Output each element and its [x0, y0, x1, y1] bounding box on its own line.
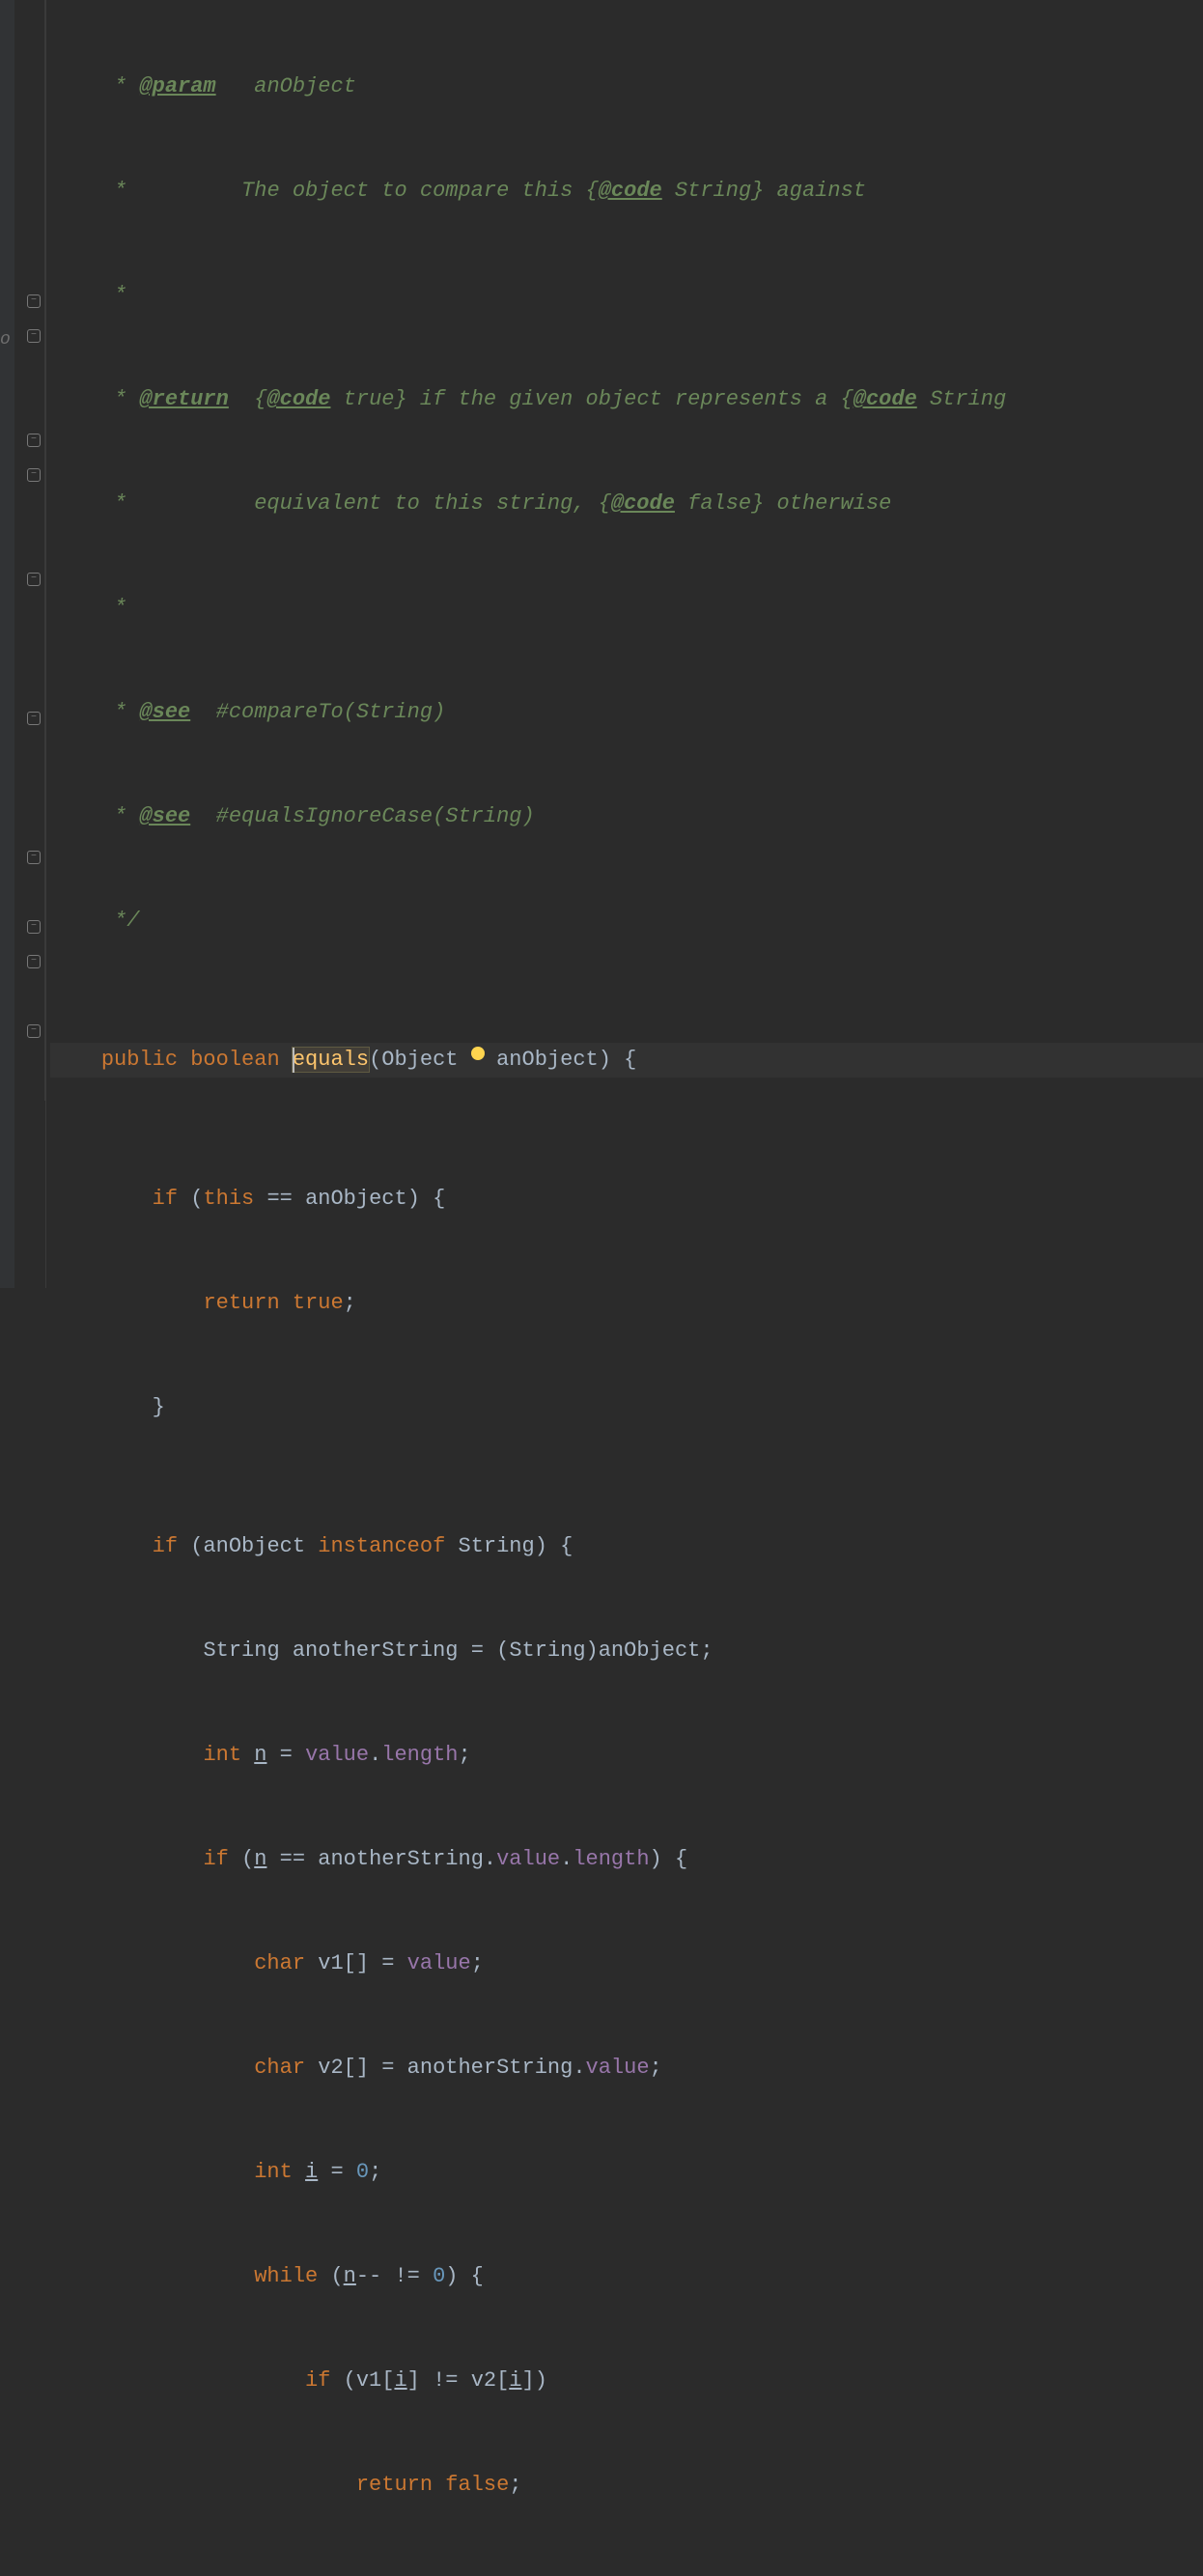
code-line[interactable]: int i = 0;: [50, 2155, 1203, 2190]
code-area[interactable]: * @param anObject * The object to compar…: [46, 0, 1203, 1288]
code-line[interactable]: * @see #compareTo(String): [50, 695, 1203, 730]
editor-gutter: o − − − − − − − − − −: [0, 0, 46, 1288]
text-caret: [293, 1048, 294, 1073]
override-gutter-icon[interactable]: o: [0, 322, 11, 357]
fold-marker-icon[interactable]: −: [27, 468, 41, 482]
method-name: equals: [293, 1048, 369, 1072]
doc-tag-see: @see: [139, 804, 190, 828]
code-line[interactable]: if (this == anObject) {: [50, 1182, 1203, 1217]
fold-marker-icon[interactable]: −: [27, 434, 41, 447]
doc-tag-return: @return: [139, 387, 228, 411]
fold-marker-icon[interactable]: −: [27, 1024, 41, 1038]
code-line[interactable]: String anotherString = (String)anObject;: [50, 1634, 1203, 1668]
code-line[interactable]: if (v1[i] != v2[i]): [50, 2364, 1203, 2398]
fold-marker-icon[interactable]: −: [27, 573, 41, 586]
code-line[interactable]: * @param anObject: [50, 70, 1203, 104]
code-line[interactable]: */: [50, 904, 1203, 938]
code-line[interactable]: *: [50, 591, 1203, 626]
fold-marker-icon[interactable]: −: [27, 712, 41, 725]
code-line[interactable]: * equivalent to this string, {@code fals…: [50, 487, 1203, 521]
code-line[interactable]: if (anObject instanceof String) {: [50, 1529, 1203, 1564]
lightbulb-icon[interactable]: [471, 1047, 485, 1060]
code-editor[interactable]: o − − − − − − − − − − * @param anObject …: [0, 0, 1203, 1288]
code-line[interactable]: i++;: [50, 2572, 1203, 2576]
fold-marker-icon[interactable]: −: [27, 920, 41, 934]
code-line[interactable]: int n = value.length;: [50, 1738, 1203, 1773]
code-line[interactable]: while (n-- != 0) {: [50, 2259, 1203, 2294]
fold-marker-icon[interactable]: −: [27, 294, 41, 308]
code-line[interactable]: }: [50, 1390, 1203, 1425]
fold-marker-icon[interactable]: −: [27, 329, 41, 343]
fold-marker-icon[interactable]: −: [27, 851, 41, 864]
doc-tag-param: @param: [139, 74, 215, 98]
code-line[interactable]: * The object to compare this {@code Stri…: [50, 174, 1203, 209]
code-line[interactable]: * @return {@code true} if the given obje…: [50, 382, 1203, 417]
code-line[interactable]: char v2[] = anotherString.value;: [50, 2051, 1203, 2086]
fold-marker-icon[interactable]: −: [27, 955, 41, 968]
code-line[interactable]: return true;: [50, 1286, 1203, 1321]
code-line[interactable]: * @see #equalsIgnoreCase(String): [50, 799, 1203, 834]
code-line[interactable]: char v1[] = value;: [50, 1946, 1203, 1981]
code-line[interactable]: if (n == anotherString.value.length) {: [50, 1842, 1203, 1877]
doc-tag-see: @see: [139, 700, 190, 724]
code-line[interactable]: *: [50, 278, 1203, 313]
code-line[interactable]: return false;: [50, 2468, 1203, 2503]
code-line-current[interactable]: public boolean equals(Object anObject) {: [50, 1043, 1203, 1078]
